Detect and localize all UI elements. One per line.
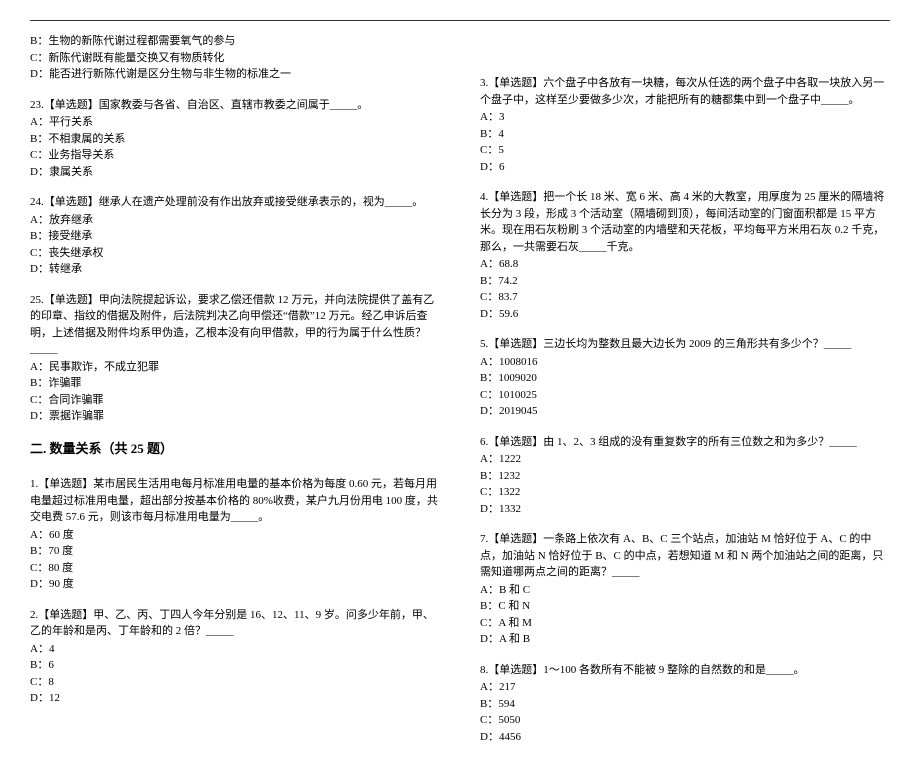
s2q6-opt-b: B：1232: [480, 468, 890, 485]
s2q6-stem: 6.【单选题】由 1、2、3 组成的没有重复数字的所有三位数之和为多少？____…: [480, 434, 890, 451]
q24-opt-d: D：转继承: [30, 261, 440, 278]
q25-opt-c: C：合同诈骗罪: [30, 392, 440, 409]
s2q7: 7.【单选题】一条路上依次有 A、B、C 三个站点，加油站 M 恰好位于 A、C…: [480, 531, 890, 648]
s2q8: 8.【单选题】1～100 各数所有不能被 9 整除的自然数的和是_____。 A…: [480, 662, 890, 746]
q23-opt-a: A：平行关系: [30, 114, 440, 131]
s2q1-opt-b: B：70 度: [30, 543, 440, 560]
right-column: 3.【单选题】六个盘子中各放有一块糖，每次从任选的两个盘子中各取一块放入另一个盘…: [480, 33, 890, 759]
s2q6-opt-a: A：1222: [480, 451, 890, 468]
q23-opt-b: B：不相隶属的关系: [30, 131, 440, 148]
s2q1-opt-d: D：90 度: [30, 576, 440, 593]
top-rule: [30, 20, 890, 21]
two-column-layout: B：生物的新陈代谢过程都需要氧气的参与 C：新陈代谢既有能量交换又有物质转化 D…: [30, 33, 890, 759]
s2q2: 2.【单选题】甲、乙、丙、丁四人今年分别是 16、12、11、9 岁。问多少年前…: [30, 607, 440, 707]
left-column: B：生物的新陈代谢过程都需要氧气的参与 C：新陈代谢既有能量交换又有物质转化 D…: [30, 33, 440, 759]
s2q3-opt-c: C：5: [480, 142, 890, 159]
s2q3: 3.【单选题】六个盘子中各放有一块糖，每次从任选的两个盘子中各取一块放入另一个盘…: [480, 75, 890, 175]
s2q4-stem: 4.【单选题】把一个长 18 米、宽 6 米、高 4 米的大教室，用厚度为 25…: [480, 189, 890, 255]
s2q3-opt-b: B：4: [480, 126, 890, 143]
q24: 24.【单选题】继承人在遗产处理前没有作出放弃或接受继承表示的，视为_____。…: [30, 194, 440, 278]
s2q3-stem: 3.【单选题】六个盘子中各放有一块糖，每次从任选的两个盘子中各取一块放入另一个盘…: [480, 75, 890, 108]
q25-opt-d: D：票据诈骗罪: [30, 408, 440, 425]
s2q8-opt-a: A：217: [480, 679, 890, 696]
section-2-title: 二. 数量关系（共 25 题）: [30, 439, 440, 459]
q25-stem: 25.【单选题】甲向法院提起诉讼，要求乙偿还借款 12 万元，并向法院提供了盖有…: [30, 292, 440, 358]
q24-opt-a: A：放弃继承: [30, 212, 440, 229]
s2q6-opt-d: D：1332: [480, 501, 890, 518]
s2q6-opt-c: C：1322: [480, 484, 890, 501]
q23-opt-c: C：业务指导关系: [30, 147, 440, 164]
s2q8-opt-c: C：5050: [480, 712, 890, 729]
q25-opt-a: A：民事欺诈，不成立犯罪: [30, 359, 440, 376]
q22-opt-d: D：能否进行新陈代谢是区分生物与非生物的标准之一: [30, 66, 440, 83]
s2q3-opt-d: D：6: [480, 159, 890, 176]
s2q8-stem: 8.【单选题】1～100 各数所有不能被 9 整除的自然数的和是_____。: [480, 662, 890, 679]
s2q4-opt-a: A：68.8: [480, 256, 890, 273]
s2q3-opt-a: A：3: [480, 109, 890, 126]
s2q7-opt-a: A：B 和 C: [480, 582, 890, 599]
q24-opt-c: C：丧失继承权: [30, 245, 440, 262]
s2q5-opt-b: B：1009020: [480, 370, 890, 387]
s2q4: 4.【单选题】把一个长 18 米、宽 6 米、高 4 米的大教室，用厚度为 25…: [480, 189, 890, 322]
s2q2-opt-c: C：8: [30, 674, 440, 691]
s2q7-opt-b: B：C 和 N: [480, 598, 890, 615]
s2q1: 1.【单选题】某市居民生活用电每月标准用电量的基本价格为每度 0.60 元，若每…: [30, 476, 440, 593]
s2q2-stem: 2.【单选题】甲、乙、丙、丁四人今年分别是 16、12、11、9 岁。问多少年前…: [30, 607, 440, 640]
s2q4-opt-d: D：59.6: [480, 306, 890, 323]
q22-opt-b: B：生物的新陈代谢过程都需要氧气的参与: [30, 33, 440, 50]
s2q5-stem: 5.【单选题】三边长均为整数且最大边长为 2009 的三角形共有多少个？____…: [480, 336, 890, 353]
q22-opt-c: C：新陈代谢既有能量交换又有物质转化: [30, 50, 440, 67]
q23-opt-d: D：隶属关系: [30, 164, 440, 181]
s2q4-opt-b: B：74.2: [480, 273, 890, 290]
q23: 23.【单选题】国家教委与各省、自治区、直辖市教委之间属于_____。 A：平行…: [30, 97, 440, 181]
s2q2-opt-d: D：12: [30, 690, 440, 707]
s2q5: 5.【单选题】三边长均为整数且最大边长为 2009 的三角形共有多少个？____…: [480, 336, 890, 420]
s2q7-opt-c: C：A 和 M: [480, 615, 890, 632]
right-top-spacer: [480, 33, 890, 75]
s2q6: 6.【单选题】由 1、2、3 组成的没有重复数字的所有三位数之和为多少？____…: [480, 434, 890, 518]
s2q1-stem: 1.【单选题】某市居民生活用电每月标准用电量的基本价格为每度 0.60 元，若每…: [30, 476, 440, 526]
s2q1-opt-c: C：80 度: [30, 560, 440, 577]
q24-opt-b: B：接受继承: [30, 228, 440, 245]
s2q2-opt-a: A：4: [30, 641, 440, 658]
q25: 25.【单选题】甲向法院提起诉讼，要求乙偿还借款 12 万元，并向法院提供了盖有…: [30, 292, 440, 425]
q23-stem: 23.【单选题】国家教委与各省、自治区、直辖市教委之间属于_____。: [30, 97, 440, 114]
s2q4-opt-c: C：83.7: [480, 289, 890, 306]
s2q7-opt-d: D：A 和 B: [480, 631, 890, 648]
s2q5-opt-d: D：2019045: [480, 403, 890, 420]
s2q8-opt-b: B：594: [480, 696, 890, 713]
q22-partial: B：生物的新陈代谢过程都需要氧气的参与 C：新陈代谢既有能量交换又有物质转化 D…: [30, 33, 440, 83]
s2q1-opt-a: A：60 度: [30, 527, 440, 544]
q25-opt-b: B：诈骗罪: [30, 375, 440, 392]
s2q2-opt-b: B：6: [30, 657, 440, 674]
s2q8-opt-d: D：4456: [480, 729, 890, 746]
s2q5-opt-c: C：1010025: [480, 387, 890, 404]
s2q5-opt-a: A：1008016: [480, 354, 890, 371]
q24-stem: 24.【单选题】继承人在遗产处理前没有作出放弃或接受继承表示的，视为_____。: [30, 194, 440, 211]
s2q7-stem: 7.【单选题】一条路上依次有 A、B、C 三个站点，加油站 M 恰好位于 A、C…: [480, 531, 890, 581]
